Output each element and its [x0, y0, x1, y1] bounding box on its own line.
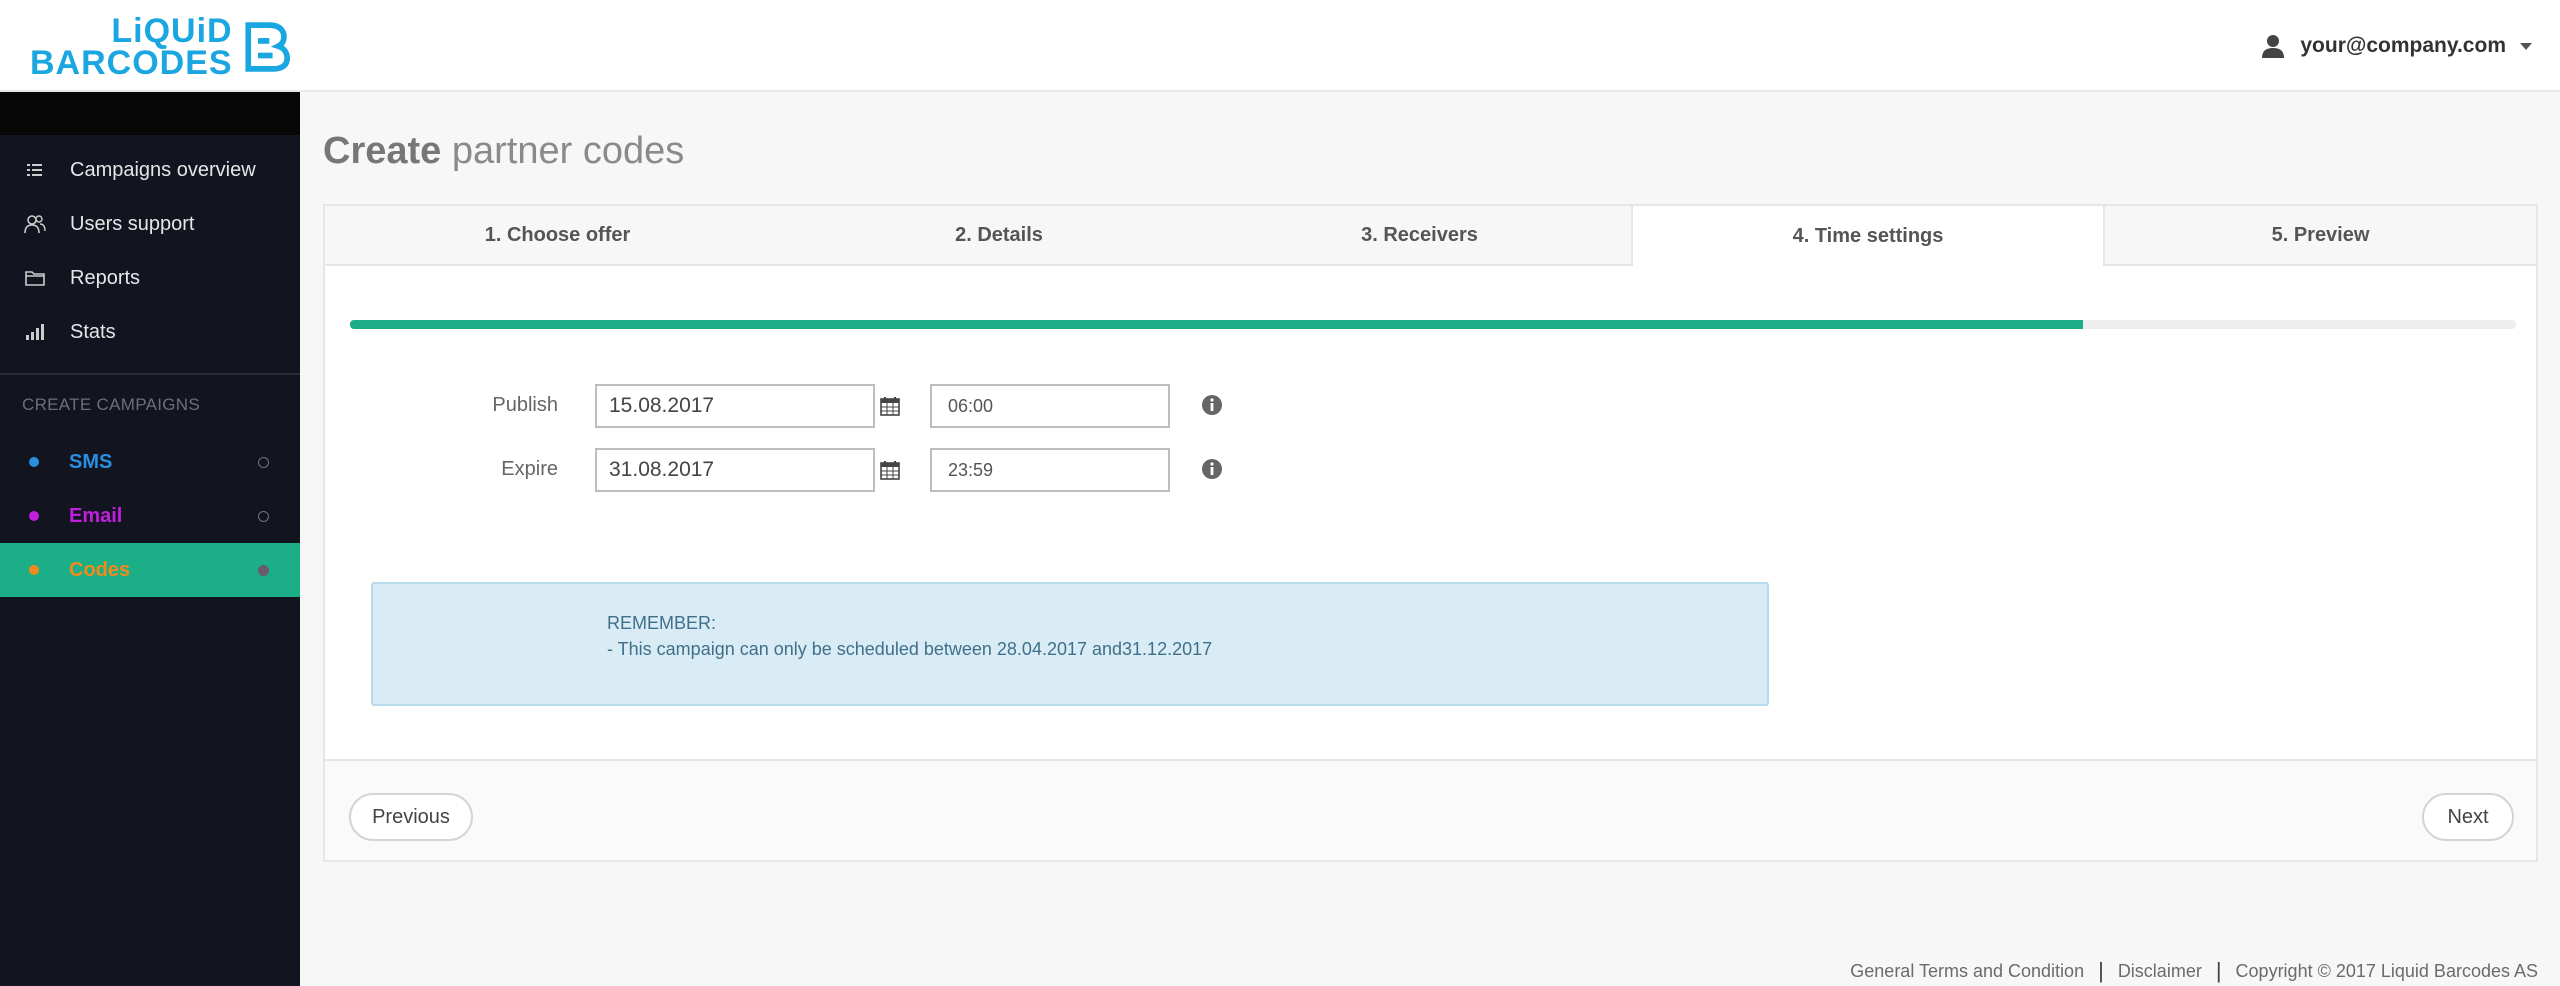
page-title-bold: Create: [323, 130, 442, 172]
tab-details[interactable]: 2. Details: [790, 206, 1208, 264]
progress-bar: [350, 320, 2516, 329]
sidebar-item-label: Users support: [70, 212, 195, 235]
sidebar-item-label: Codes: [69, 558, 131, 581]
sidebar-item-email[interactable]: Email: [0, 489, 300, 543]
codes-dot-icon: [29, 565, 39, 575]
sidebar-item-label: SMS: [69, 450, 113, 473]
sidebar-item-label: Reports: [70, 266, 141, 289]
remember-notice: REMEMBER: - This campaign can only be sc…: [371, 582, 1769, 706]
users-icon: [24, 213, 46, 235]
logo-b-mark-icon: [244, 22, 290, 72]
page-title: Create partner codes: [323, 130, 684, 173]
sidebar-item-label: Campaigns overview: [70, 158, 256, 181]
tab-receivers[interactable]: 3. Receivers: [1208, 206, 1631, 264]
publish-time-input[interactable]: [930, 384, 1170, 428]
user-icon: [2262, 35, 2285, 58]
sidebar-item-users-support[interactable]: Users support: [0, 197, 300, 251]
expire-time-input[interactable]: [930, 448, 1170, 492]
circle-icon: [258, 510, 269, 522]
disclaimer-link[interactable]: Disclaimer: [2118, 961, 2202, 982]
calendar-icon[interactable]: [880, 460, 900, 480]
next-button[interactable]: Next: [2422, 793, 2514, 841]
folder-icon: [24, 267, 46, 289]
sidebar-item-label: Stats: [70, 320, 116, 343]
previous-button[interactable]: Previous: [349, 793, 473, 841]
circle-icon: [258, 564, 269, 576]
tab-choose-offer[interactable]: 1. Choose offer: [325, 206, 790, 264]
wizard-tabs: 1. Choose offer 2. Details 3. Receivers …: [325, 206, 2536, 266]
sidebar-item-stats[interactable]: Stats: [0, 305, 300, 359]
publish-date-input[interactable]: [595, 384, 875, 428]
notice-body: REMEMBER: - This campaign can only be sc…: [607, 610, 1212, 662]
wizard-panel: 1. Choose offer 2. Details 3. Receivers …: [323, 204, 2538, 862]
logo-line-1: LiQUiD: [111, 11, 233, 50]
publish-label: Publish: [492, 394, 558, 416]
sidebar: Campaigns overview Users support Reports…: [0, 92, 300, 986]
progress-bar-fill: [350, 320, 2083, 329]
logo-text: LiQUiD BARCODES: [30, 11, 233, 82]
copyright-text: Copyright © 2017 Liquid Barcodes AS: [2235, 960, 2538, 981]
info-icon[interactable]: [1201, 458, 1223, 480]
expire-date-input[interactable]: [595, 448, 875, 492]
info-icon[interactable]: [1201, 394, 1223, 416]
footer-separator: |: [2215, 958, 2222, 983]
expire-label: Expire: [501, 458, 558, 480]
user-menu[interactable]: your@company.com: [2260, 28, 2532, 64]
notice-title: REMEMBER:: [607, 613, 717, 633]
sms-dot-icon: [29, 457, 39, 467]
wizard-footer: Previous Next: [325, 759, 2536, 860]
create-campaigns-heading: CREATE CAMPAIGNS: [22, 395, 200, 414]
terms-link[interactable]: General Terms and Condition: [1850, 961, 2084, 982]
tab-time-settings[interactable]: 4. Time settings: [1631, 206, 2105, 266]
sidebar-item-sms[interactable]: SMS: [0, 435, 300, 489]
expire-row: Expire: [325, 448, 1725, 492]
list-icon: [24, 159, 46, 181]
publish-row: Publish: [325, 384, 1725, 428]
sidebar-top-strip: [0, 92, 300, 135]
circle-icon: [258, 456, 269, 468]
logo-line-2: BARCODES: [30, 44, 233, 82]
calendar-icon[interactable]: [880, 396, 900, 416]
footer-separator: |: [2098, 958, 2104, 983]
bar-chart-icon: [24, 321, 46, 343]
sidebar-item-label: Email: [69, 504, 123, 527]
tab-preview[interactable]: 5. Preview: [2105, 206, 2536, 264]
top-header: LiQUiD BARCODES your@company.com: [0, 0, 2560, 92]
chevron-down-icon: [2520, 42, 2532, 50]
email-dot-icon: [29, 511, 39, 521]
liquid-barcodes-logo[interactable]: LiQUiD BARCODES: [30, 11, 290, 82]
sidebar-item-reports[interactable]: Reports: [0, 251, 300, 305]
notice-text: - This campaign can only be scheduled be…: [607, 639, 1213, 659]
sidebar-item-campaigns-overview[interactable]: Campaigns overview: [0, 143, 300, 197]
user-email: your@company.com: [2300, 34, 2506, 57]
page-title-rest: partner codes: [441, 130, 685, 172]
page-footer: General Terms and Condition | Disclaimer…: [1850, 958, 2538, 984]
sidebar-item-codes[interactable]: Codes: [0, 543, 300, 597]
